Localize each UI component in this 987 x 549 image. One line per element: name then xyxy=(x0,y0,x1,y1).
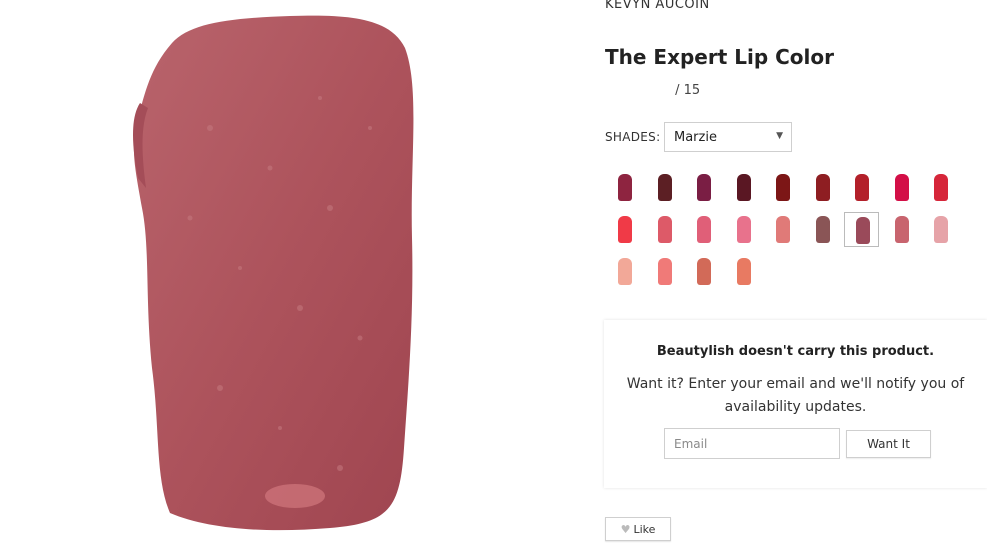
shade-swatch[interactable] xyxy=(765,170,800,205)
like-label: Like xyxy=(633,522,656,536)
shade-swatch[interactable] xyxy=(647,170,682,205)
notify-text: Want it? Enter your email and we'll noti… xyxy=(626,376,965,415)
lipstick-swatch-icon xyxy=(736,258,751,285)
lipstick-swatch-icon xyxy=(894,216,909,243)
lipstick-swatch-icon xyxy=(618,174,632,201)
shade-swatch[interactable] xyxy=(686,254,721,289)
brand-name[interactable]: KEVYN AUCOIN xyxy=(605,0,710,12)
notify-panel: Beautylish doesn't carry this product. W… xyxy=(604,320,987,488)
product-rating: / 15 xyxy=(605,83,725,98)
lipstick-swatch-icon xyxy=(736,174,751,201)
lipstick-swatch-icon xyxy=(776,216,790,243)
shade-select-value: Marzie xyxy=(674,130,717,145)
shade-swatch[interactable] xyxy=(884,170,919,205)
shade-swatch[interactable] xyxy=(607,170,642,205)
lipstick-swatch-icon xyxy=(934,216,948,243)
shade-swatch[interactable] xyxy=(923,212,958,247)
want-it-button[interactable]: Want It xyxy=(846,430,931,458)
shade-swatch[interactable] xyxy=(607,254,642,289)
shade-swatch[interactable] xyxy=(686,170,721,205)
lipstick-swatch-icon xyxy=(856,217,870,244)
lipstick-swatch-icon xyxy=(657,216,672,243)
shade-swatch[interactable] xyxy=(647,254,682,289)
shade-select[interactable]: Marzie ▼ xyxy=(664,122,792,152)
shade-swatch[interactable] xyxy=(607,212,642,247)
product-swatch-image xyxy=(133,15,414,531)
lipstick-swatch-icon xyxy=(815,174,830,201)
lipstick-swatch-icon xyxy=(697,216,711,243)
product-title: The Expert Lip Color xyxy=(605,45,834,69)
lipstick-swatch-icon xyxy=(776,174,790,201)
shade-swatch[interactable] xyxy=(726,212,761,247)
lipstick-swatch-icon xyxy=(697,174,711,201)
shade-swatch[interactable] xyxy=(726,254,761,289)
lipstick-swatch-icon xyxy=(618,258,632,285)
rating-suffix: / 15 xyxy=(675,83,701,98)
lipstick-swatch-icon xyxy=(815,216,830,243)
shade-swatch[interactable] xyxy=(844,212,879,247)
lipstick-swatch-icon xyxy=(855,174,869,201)
lipstick-swatch-icon xyxy=(618,216,632,243)
heart-icon: ♥ xyxy=(620,522,631,536)
lipstick-swatch-icon xyxy=(657,258,672,285)
lipstick-swatch-icon xyxy=(894,174,909,201)
lipstick-swatch-icon xyxy=(934,174,948,201)
shade-swatch[interactable] xyxy=(726,170,761,205)
chevron-down-icon: ▼ xyxy=(776,131,783,141)
shade-swatch-grid xyxy=(605,170,965,295)
shade-swatch[interactable] xyxy=(844,170,879,205)
email-input[interactable] xyxy=(664,428,840,459)
lipstick-swatch-icon xyxy=(736,216,751,243)
lipstick-swatch-icon xyxy=(657,174,672,201)
shade-swatch[interactable] xyxy=(805,170,840,205)
shade-swatch[interactable] xyxy=(686,212,721,247)
shade-swatch[interactable] xyxy=(647,212,682,247)
shade-swatch[interactable] xyxy=(805,212,840,247)
lipstick-swatch-icon xyxy=(697,258,711,285)
shades-label: SHADES: xyxy=(605,130,661,144)
shade-swatch[interactable] xyxy=(765,212,800,247)
like-button[interactable]: ♥ Like xyxy=(605,517,671,541)
notify-title: Beautylish doesn't carry this product. xyxy=(656,344,935,359)
shade-swatch[interactable] xyxy=(884,212,919,247)
shade-swatch[interactable] xyxy=(923,170,958,205)
